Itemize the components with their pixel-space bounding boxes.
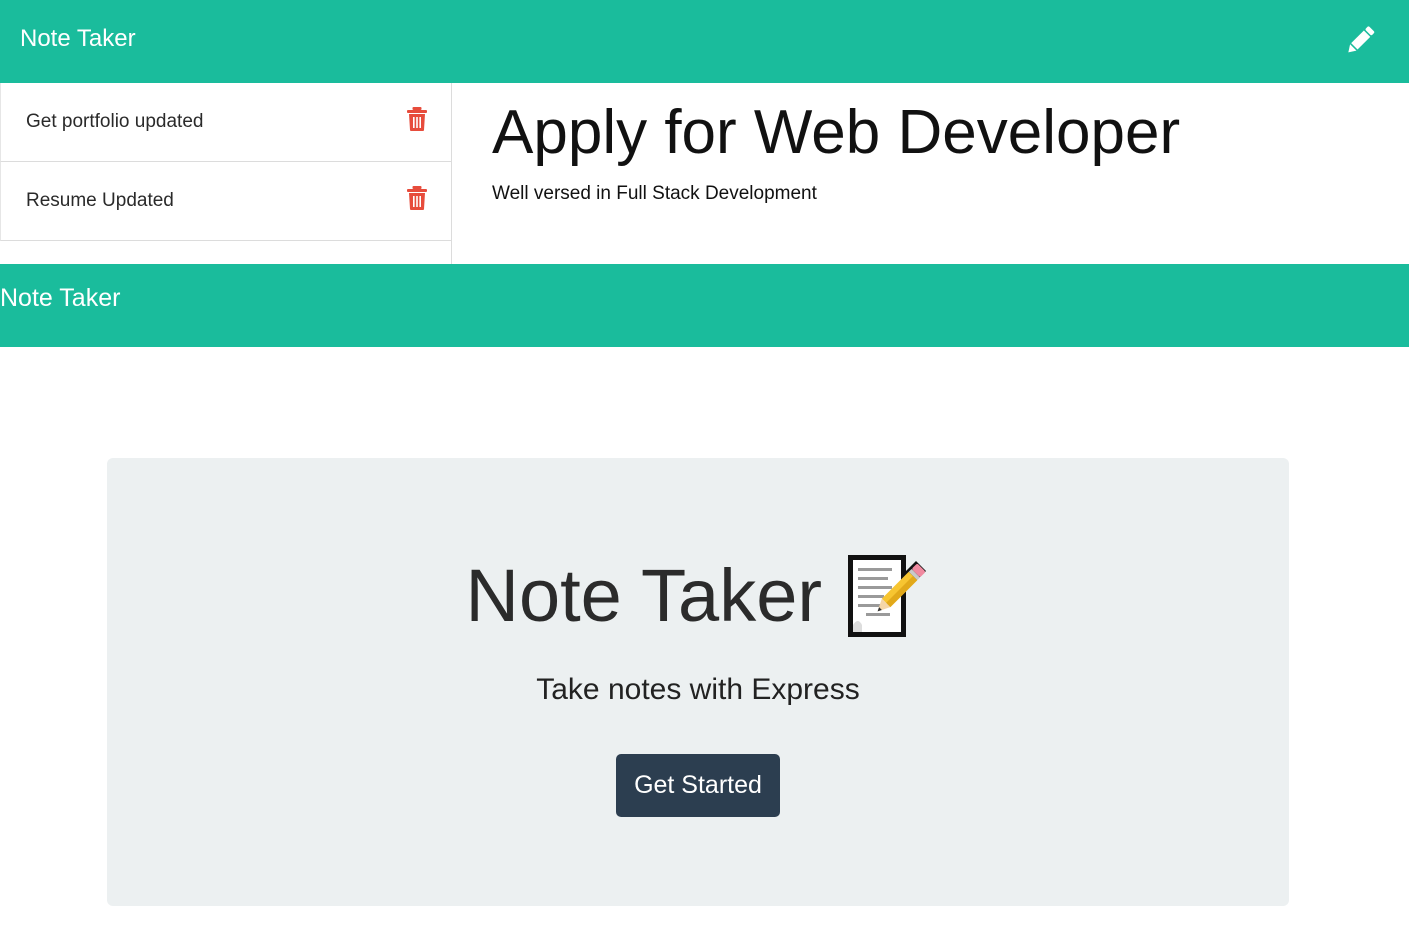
- jumbotron-heading-row: Note Taker: [107, 550, 1289, 642]
- trash-icon: [407, 107, 427, 131]
- jumbotron-subheading: Take notes with Express: [536, 673, 860, 706]
- note-item-title: Resume Updated: [26, 190, 174, 211]
- landing-navbar-brand[interactable]: Note Taker: [0, 283, 120, 313]
- note-editor: Apply for Web Developer Well versed in F…: [452, 83, 1409, 264]
- memo-icon: [848, 555, 927, 637]
- navbar-brand[interactable]: Note Taker: [20, 24, 136, 54]
- notes-navbar: Note Taker: [0, 0, 1409, 83]
- landing-jumbotron: Note Taker Take notes with Express Get S…: [107, 458, 1289, 906]
- delete-note-button[interactable]: [405, 185, 429, 211]
- page-title: Note Taker: [465, 554, 823, 637]
- list-item[interactable]: Get portfolio updated: [0, 83, 451, 162]
- new-note-button[interactable]: [1340, 20, 1380, 60]
- pencil-icon: [1348, 26, 1375, 53]
- trash-icon: [407, 186, 427, 210]
- list-item[interactable]: Resume Updated: [0, 162, 451, 241]
- notes-sidebar: Get portfolio updated Resume Updated: [0, 83, 452, 264]
- note-text-field[interactable]: Well versed in Full Stack Development: [492, 182, 817, 206]
- get-started-button[interactable]: Get Started: [616, 754, 780, 817]
- delete-note-button[interactable]: [405, 106, 429, 132]
- note-title-field[interactable]: Apply for Web Developer: [492, 97, 1180, 169]
- note-item-title: Get portfolio updated: [26, 111, 204, 132]
- landing-navbar: Note Taker: [0, 264, 1409, 347]
